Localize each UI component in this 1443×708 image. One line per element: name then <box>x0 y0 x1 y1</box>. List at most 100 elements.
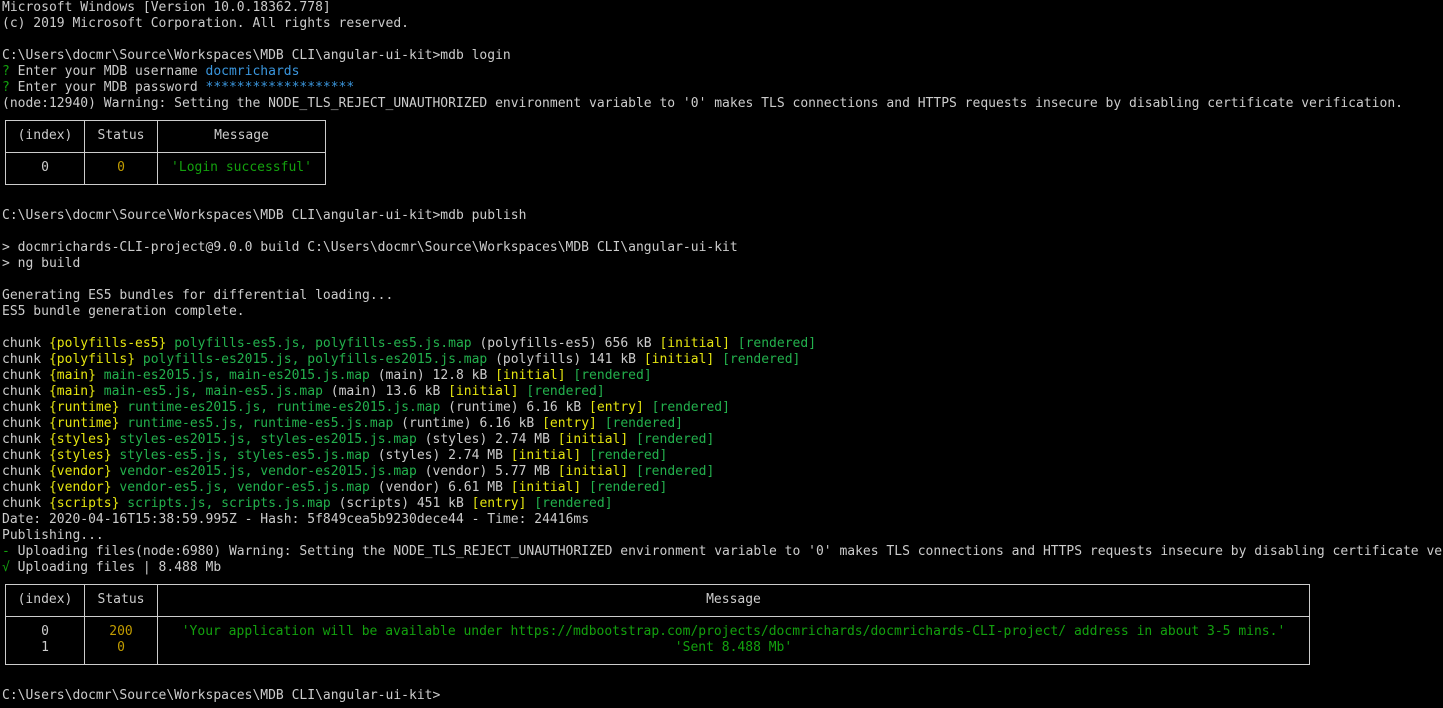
chunk-line: chunk {scripts} scripts.js, scripts.js.m… <box>2 496 1443 512</box>
command-text: mdb publish <box>440 208 527 223</box>
chunk-rendered: [rendered] <box>581 448 668 463</box>
chunk-files: main-es2015.js, main-es2015.js.map <box>95 368 370 383</box>
chunk-rendered: [rendered] <box>628 432 715 447</box>
chunk-line: chunk {runtime} runtime-es2015.js, runti… <box>2 400 1443 416</box>
password-label: Enter your MDB password <box>9 80 206 95</box>
chunk-name: {runtime} <box>48 400 120 415</box>
chunk-name: {styles} <box>48 432 112 447</box>
chunk-rendered: [rendered] <box>729 336 817 351</box>
chunk-prefix: chunk <box>2 352 49 367</box>
chunk-rendered: [rendered] <box>565 368 652 383</box>
chunk-prefix: chunk <box>2 464 49 479</box>
chunk-info: (vendor) 5.77 MB <box>416 464 558 479</box>
chunk-info: (scripts) 451 kB <box>330 496 472 511</box>
chunk-rendered: [rendered] <box>643 400 730 415</box>
chunk-prefix: chunk <box>2 496 49 511</box>
chunk-flag: [entry] <box>471 496 527 511</box>
upload-warning-line: - Uploading files(node:6980) Warning: Se… <box>2 544 1443 560</box>
chunk-line: chunk {polyfills-es5} polyfills-es5.js, … <box>2 336 1443 352</box>
chunk-name: {scripts} <box>48 496 120 511</box>
table-cell-status: 0 <box>117 160 125 175</box>
chunk-flag: [initial] <box>510 448 582 463</box>
table-cell-index: 1 <box>41 640 49 655</box>
upload-done-line: √ Uploading files | 8.488 Mb <box>2 560 1443 576</box>
build-summary-line: Date: 2020-04-16T15:38:59.995Z - Hash: 5… <box>2 512 1443 528</box>
tls-warning-line: (node:12940) Warning: Setting the NODE_T… <box>2 96 1403 111</box>
chunk-line: chunk {styles} styles-es2015.js, styles-… <box>2 432 1443 448</box>
username-label: Enter your MDB username <box>9 64 206 79</box>
chunk-info: (main) 12.8 kB <box>369 368 496 383</box>
chunk-name: {vendor} <box>48 480 112 495</box>
chunk-rendered: [rendered] <box>596 416 683 431</box>
table-cell-message: 'Login successful' <box>171 160 312 175</box>
login-result-table: (index) Status Message 0 0 'Login succes… <box>5 120 326 185</box>
generation-complete-line: ES5 bundle generation complete. <box>2 304 245 319</box>
table-cell-status: 200 <box>109 624 133 639</box>
username-line: ? Enter your MDB username docmrichards <box>2 64 1443 80</box>
chunk-files: vendor-es5.js, vendor-es5.js.map <box>111 480 370 495</box>
chunk-line: chunk {styles} styles-es5.js, styles-es5… <box>2 448 1443 464</box>
chunk-flag: [initial] <box>659 336 730 351</box>
chunk-name: {styles} <box>48 448 112 463</box>
chunk-files: vendor-es2015.js, vendor-es2015.js.map <box>111 464 417 479</box>
chunk-info: (polyfills-es5) 656 kB <box>471 336 660 351</box>
hash-value: 5f849cea5b9230dece44 <box>307 512 464 527</box>
chunk-info: (styles) 2.74 MB <box>416 432 558 447</box>
chunk-name: {vendor} <box>48 464 112 479</box>
chunk-files: polyfills-es2015.js, polyfills-es2015.js… <box>135 352 488 367</box>
chunk-name: {polyfills-es5} <box>48 336 167 351</box>
prompt: C:\Users\docmr\Source\Workspaces\MDB CLI… <box>2 208 441 223</box>
chunk-line: chunk {vendor} vendor-es5.js, vendor-es5… <box>2 480 1443 496</box>
generating-line: Generating ES5 bundles for differential … <box>2 288 394 303</box>
chunk-prefix: chunk <box>2 416 49 431</box>
chunk-rendered: [rendered] <box>518 384 605 399</box>
password-line: ? Enter your MDB password **************… <box>2 80 1443 96</box>
command-text: mdb login <box>440 48 511 63</box>
chunk-flag: [initial] <box>495 368 566 383</box>
build-line: > docmrichards-CLI-project@9.0.0 build C… <box>2 240 738 255</box>
chunk-info: (main) 13.6 kB <box>322 384 449 399</box>
chunk-prefix: chunk <box>2 432 49 447</box>
chunk-rendered: [rendered] <box>581 480 668 495</box>
chunk-prefix: chunk <box>2 480 49 495</box>
chunk-line: chunk {polyfills} polyfills-es2015.js, p… <box>2 352 1443 368</box>
publishing-line: Publishing... <box>2 528 104 543</box>
table-header-index: (index) <box>17 592 73 607</box>
chunk-flag: [entry] <box>542 416 597 431</box>
final-prompt-line[interactable]: C:\Users\docmr\Source\Workspaces\MDB CLI… <box>2 688 1443 704</box>
chunk-prefix: chunk <box>2 400 49 415</box>
chunk-files: polyfills-es5.js, polyfills-es5.js.map <box>166 336 472 351</box>
terminal-window[interactable]: Microsoft Windows [Version 10.0.18362.77… <box>0 0 1443 708</box>
upload-warning-text: Uploading files(node:6980) Warning: Sett… <box>9 544 1443 559</box>
username-value: docmrichards <box>205 64 300 79</box>
table-cell-status: 0 <box>117 640 125 655</box>
chunk-flag: [initial] <box>557 432 629 447</box>
chunk-flag: [entry] <box>589 400 644 415</box>
chunk-rendered: [rendered] <box>714 352 801 367</box>
table-header-status: Status <box>97 592 145 607</box>
chunk-flag: [initial] <box>448 384 519 399</box>
checkmark-icon: √ <box>2 560 10 575</box>
chunk-name: {main} <box>48 384 96 399</box>
chunk-name: {runtime} <box>48 416 120 431</box>
chunk-files: styles-es5.js, styles-es5.js.map <box>111 448 370 463</box>
question-mark-icon: ? <box>2 64 10 79</box>
chunk-line: chunk {main} main-es2015.js, main-es2015… <box>2 368 1443 384</box>
time-value: 24416ms <box>534 512 590 527</box>
chunk-prefix: chunk <box>2 384 49 399</box>
chunk-info: (vendor) 6.61 MB <box>369 480 511 495</box>
chunk-flag: [initial] <box>557 464 629 479</box>
table-header-message: Message <box>706 592 761 607</box>
spinner-dash-icon: - <box>2 544 10 559</box>
upload-done-text: Uploading files | 8.488 Mb <box>9 560 222 575</box>
chunk-files: styles-es2015.js, styles-es2015.js.map <box>111 432 417 447</box>
copyright-line: (c) 2019 Microsoft Corporation. All righ… <box>2 16 409 31</box>
table-header-message: Message <box>214 128 269 143</box>
chunk-files: runtime-es5.js, runtime-es5.js.map <box>119 416 394 431</box>
chunk-name: {main} <box>48 368 96 383</box>
windows-version-line: Microsoft Windows [Version 10.0.18362.77… <box>2 0 331 15</box>
hash-label: - Hash: <box>236 512 308 527</box>
chunk-flag: [initial] <box>643 352 715 367</box>
publish-command-line: C:\Users\docmr\Source\Workspaces\MDB CLI… <box>2 208 1443 224</box>
chunk-info: (runtime) 6.16 kB <box>393 416 543 431</box>
